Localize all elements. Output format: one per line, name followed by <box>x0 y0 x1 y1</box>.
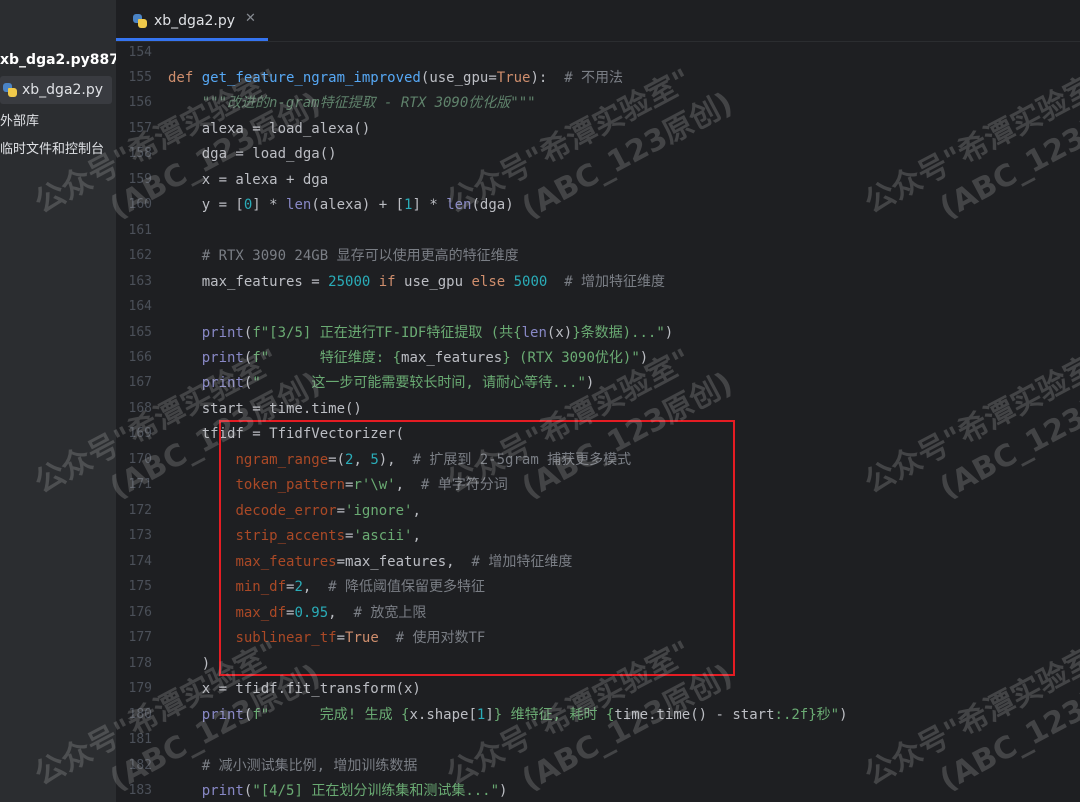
code-line: print(" 这一步可能需要较长时间, 请耐心等待...") <box>201 375 595 391</box>
code-line: start = time.time() <box>168 401 362 417</box>
line-number: 163 <box>128 274 152 289</box>
line-number-gutter: 154 155 156 157 158 159 160 161 162 163 164 165 166 1… <box>116 42 168 802</box>
line-number: 154 <box>128 45 152 60</box>
python-file-icon <box>2 82 18 98</box>
code-line: print(f"[3/5] 正在进行TF-IDF特征提取 (共{len(x)}条… <box>201 325 674 341</box>
line-number: 169 <box>128 426 152 441</box>
line-number: 161 <box>128 223 152 238</box>
code-line: alexa = load_alexa() <box>168 121 371 137</box>
code-line: x = alexa + dga <box>168 172 329 188</box>
highlight-box <box>219 420 735 676</box>
line-number: 156 <box>128 95 152 110</box>
external-libraries-item[interactable]: 外部库 <box>0 110 39 129</box>
project-file-item[interactable]: xb_dga2.py <box>0 76 112 104</box>
code-line: # RTX 3090 24GB 显存可以使用更高的特征维度 <box>201 248 519 264</box>
code-line: ) <box>168 656 211 672</box>
line-number: 180 <box>128 707 152 722</box>
line-number: 155 <box>128 70 152 85</box>
line-number: 173 <box>128 528 152 543</box>
code-line: """改进的n-gram特征提取 - RTX 3090优化版""" <box>201 95 536 111</box>
project-sidebar: xb_dga2.py8877 xb_dga2.py 外部库 临时文件和控制台 <box>0 0 116 802</box>
code-line: dga = load_dga() <box>168 146 337 162</box>
line-number: 168 <box>128 401 152 416</box>
editor-tab-bar: xb_dga2.py ✕ <box>116 0 1080 42</box>
close-icon[interactable]: ✕ <box>245 11 256 26</box>
line-number: 170 <box>128 452 152 467</box>
line-number: 167 <box>128 375 152 390</box>
code-line: y = [0] * len(alexa) + [1] * len(dga) <box>168 197 514 213</box>
line-number: 183 <box>128 783 152 798</box>
scratches-consoles-item[interactable]: 临时文件和控制台 <box>0 138 104 157</box>
line-number: 179 <box>128 681 152 696</box>
code-line: print("[4/5] 正在划分训练集和测试集...") <box>201 783 508 799</box>
line-number: 176 <box>128 605 152 620</box>
project-file-label: xb_dga2.py <box>22 82 104 98</box>
code-line: print(f" 完成! 生成 {x.shape[1]} 维特征, 耗时 {ti… <box>201 707 848 723</box>
line-number: 164 <box>128 299 152 314</box>
project-root[interactable]: xb_dga2.py8877 <box>0 52 116 68</box>
python-file-icon <box>132 13 148 29</box>
line-number: 162 <box>128 248 152 263</box>
line-number: 172 <box>128 503 152 518</box>
active-tab-indicator <box>116 38 268 41</box>
line-number: 175 <box>128 579 152 594</box>
tab-label: xb_dga2.py <box>154 13 236 29</box>
line-number: 182 <box>128 758 152 773</box>
line-number: 165 <box>128 325 152 340</box>
line-number: 177 <box>128 630 152 645</box>
line-number: 171 <box>128 477 152 492</box>
line-number: 157 <box>128 121 152 136</box>
line-number: 174 <box>128 554 152 569</box>
code-line: print(f" 特征维度: {max_features} (RTX 3090优… <box>201 350 649 366</box>
line-number: 158 <box>128 146 152 161</box>
line-number: 178 <box>128 656 152 671</box>
code-line: max_features = 25000 if use_gpu else 500… <box>168 274 666 290</box>
line-number: 160 <box>128 197 152 212</box>
line-number: 159 <box>128 172 152 187</box>
code-line: # 减小测试集比例, 增加训练数据 <box>201 758 418 774</box>
line-number: 181 <box>128 732 152 747</box>
code-line: x = tfidf.fit_transform(x) <box>168 681 421 697</box>
code-line: def get_feature_ngram_improved(use_gpu=T… <box>168 70 624 86</box>
line-number: 166 <box>128 350 152 365</box>
